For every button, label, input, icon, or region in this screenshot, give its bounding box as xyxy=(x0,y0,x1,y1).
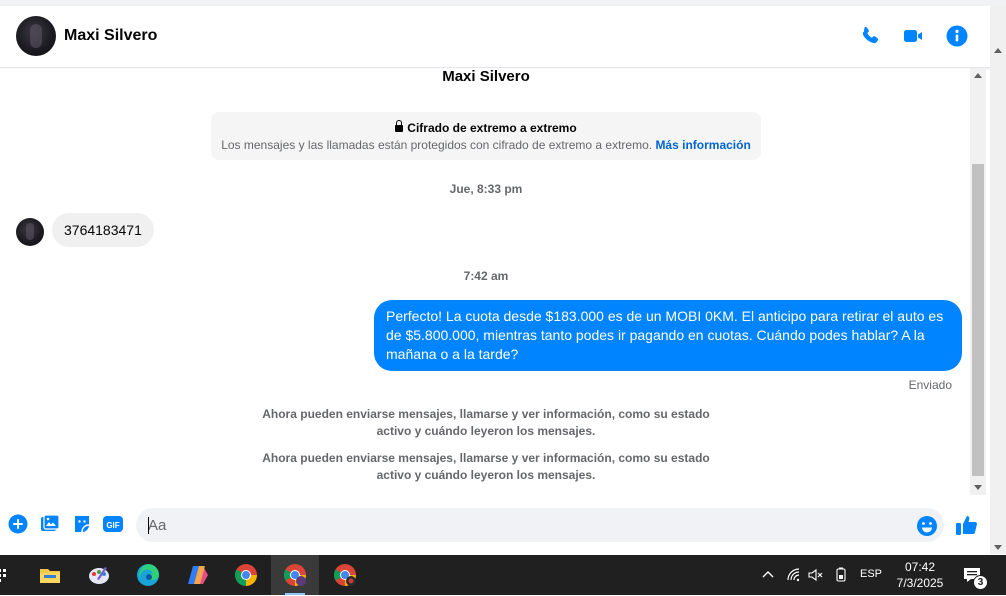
timestamp: 7:42 am xyxy=(463,269,509,283)
task-view-icon[interactable] xyxy=(0,567,8,583)
language-indicator[interactable]: ESP xyxy=(860,568,882,580)
like-icon[interactable] xyxy=(955,513,979,537)
sender-avatar[interactable] xyxy=(16,218,44,246)
emoji-icon[interactable] xyxy=(916,515,938,537)
clock[interactable]: 07:42 7/3/2025 xyxy=(890,559,950,591)
scroll-up-arrow[interactable] xyxy=(974,73,982,78)
outgoing-message[interactable]: Perfecto! La cuota desde $183.000 es de … xyxy=(374,300,962,371)
incoming-message[interactable]: 3764183471 xyxy=(52,213,154,247)
system-message-line: activo y cuándo leyeron los mensajes. xyxy=(376,424,596,438)
scroll-thumb[interactable] xyxy=(972,164,984,476)
chrome-profile-2-icon[interactable] xyxy=(321,555,369,595)
gif-label: GIF xyxy=(106,521,119,530)
notification-center-icon[interactable]: 3 xyxy=(962,565,988,591)
file-explorer-icon[interactable] xyxy=(26,555,74,595)
info-icon[interactable] xyxy=(945,24,969,48)
contact-avatar[interactable] xyxy=(16,16,56,56)
text-caret xyxy=(148,517,149,534)
encryption-description: Los mensajes y las llamadas están proteg… xyxy=(211,138,761,152)
encryption-notice: Cifrado de extremo a extremo Los mensaje… xyxy=(211,112,761,160)
clock-date: 7/3/2025 xyxy=(896,576,944,590)
message-list[interactable]: Maxi Silvero Cifrado de extremo a extrem… xyxy=(0,68,970,495)
system-message-line: activo y cuándo leyeron los mensajes. xyxy=(376,468,596,482)
system-message: Ahora pueden enviarse mensajes, llamarse… xyxy=(0,450,970,484)
encryption-title: Cifrado de extremo a extremo xyxy=(211,120,761,135)
chat-scrollbar[interactable] xyxy=(970,68,986,495)
system-message-line: Ahora pueden enviarse mensajes, llamarse… xyxy=(262,451,710,465)
photo-icon[interactable] xyxy=(40,514,60,534)
show-hidden-icons-chevron[interactable] xyxy=(762,568,774,586)
message-input[interactable] xyxy=(136,508,944,542)
windows-taskbar: ESP 07:42 7/3/2025 3 xyxy=(0,555,1006,595)
plus-icon[interactable] xyxy=(8,514,28,534)
more-info-link[interactable]: Más información xyxy=(655,138,750,152)
edge-icon[interactable] xyxy=(124,555,172,595)
encryption-title-text: Cifrado de extremo a extremo xyxy=(407,121,577,135)
encryption-description-text: Los mensajes y las llamadas están proteg… xyxy=(221,138,653,152)
chrome-icon[interactable] xyxy=(222,555,270,595)
system-message: Ahora pueden enviarse mensajes, llamarse… xyxy=(0,406,970,440)
sent-status: Enviado xyxy=(908,378,952,392)
copilot-icon[interactable] xyxy=(174,555,222,595)
contact-name[interactable]: Maxi Silvero xyxy=(64,27,157,45)
gif-icon[interactable]: GIF xyxy=(103,514,123,534)
conversation-header: Maxi Silvero xyxy=(0,6,990,68)
chrome-profile-icon[interactable] xyxy=(271,555,319,595)
contact-title: Maxi Silvero xyxy=(442,68,530,85)
sticker-icon[interactable] xyxy=(72,514,92,534)
notification-badge: 3 xyxy=(973,575,988,590)
lock-icon xyxy=(395,120,404,132)
video-icon[interactable] xyxy=(901,24,925,48)
timestamp: Jue, 8:33 pm xyxy=(449,182,523,196)
phone-icon[interactable] xyxy=(858,24,882,48)
volume-muted-icon[interactable] xyxy=(808,567,824,588)
scroll-down-arrow[interactable] xyxy=(974,485,982,490)
system-message-line: Ahora pueden enviarse mensajes, llamarse… xyxy=(262,407,710,421)
message-composer: GIF xyxy=(0,495,990,555)
battery-icon[interactable] xyxy=(833,567,849,588)
paint-icon[interactable] xyxy=(75,555,123,595)
wifi-icon[interactable] xyxy=(786,567,802,588)
clock-time: 07:42 xyxy=(904,560,936,574)
window-scrollbar[interactable] xyxy=(990,6,1006,554)
